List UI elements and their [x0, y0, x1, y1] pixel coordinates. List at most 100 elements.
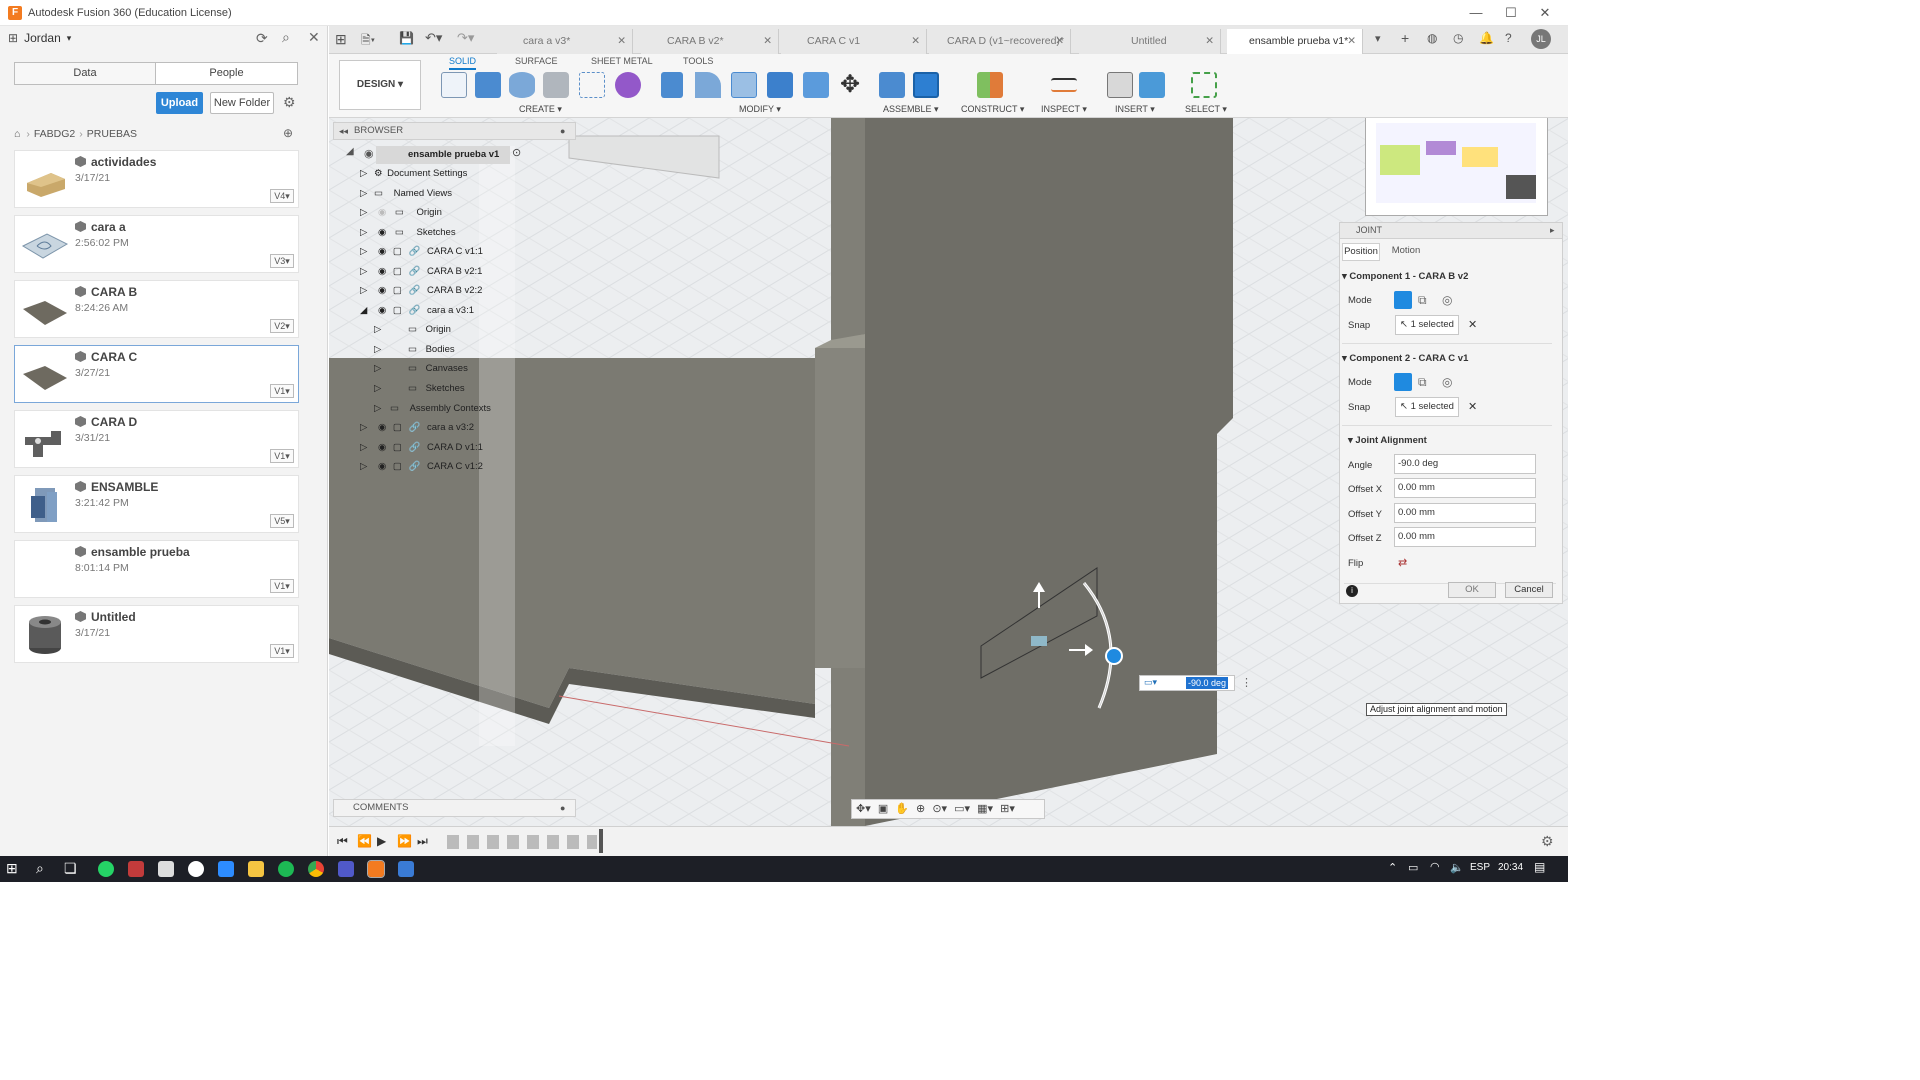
clear-selection-1-icon[interactable]: ✕	[1468, 318, 1477, 331]
grid-settings-icon[interactable]: ▦▾	[977, 803, 993, 815]
collapse-triangle-icon[interactable]: ◢	[346, 146, 354, 157]
tab-motion[interactable]: Motion	[1386, 243, 1426, 261]
clear-selection-2-icon[interactable]: ✕	[1468, 400, 1477, 413]
joint-alignment-header[interactable]: ▾ Joint Alignment	[1348, 435, 1427, 446]
go-to-end-icon[interactable]: ⏭	[417, 834, 428, 849]
flip-icon[interactable]: ⇄	[1398, 556, 1407, 569]
settings-gear-icon[interactable]: ⚙	[283, 94, 296, 111]
list-item[interactable]: cara a 2:56:02 PM V3▾	[14, 215, 299, 273]
teams-icon[interactable]	[338, 861, 354, 877]
activate-component-icon[interactable]: ⊙	[512, 146, 521, 159]
tree-item-cara-c-2[interactable]: ▷ ◉ ▢ 🔗 CARA C v1:2	[360, 458, 500, 476]
visibility-eye-icon[interactable]: ◉	[364, 147, 374, 160]
tab-cara-a[interactable]: cara a v3* ✕	[497, 29, 633, 54]
select-menu[interactable]: SELECT ▾	[1185, 104, 1227, 115]
home-icon[interactable]: ⌂	[14, 128, 20, 140]
look-at-icon[interactable]: ▣	[878, 803, 888, 815]
select-icon[interactable]	[1191, 72, 1217, 98]
revolve-icon[interactable]	[509, 72, 535, 98]
extrude-icon[interactable]	[475, 72, 501, 98]
workspace-switcher[interactable]: DESIGN ▾	[339, 60, 421, 110]
joint-icon[interactable]	[913, 72, 939, 98]
form-icon[interactable]	[615, 72, 641, 98]
tree-item-named-views[interactable]: ▷ ▭ Named Views	[360, 185, 480, 203]
comments-bar[interactable]: COMMENTS ●	[333, 799, 576, 817]
fit-icon[interactable]: ⊙▾	[932, 803, 947, 815]
breadcrumb-fabdg2[interactable]: FABDG2	[34, 128, 75, 140]
snap-selection-1[interactable]: ↖ 1 selected	[1395, 315, 1459, 335]
refresh-icon[interactable]: ⟳	[256, 30, 268, 47]
tab-people[interactable]: People	[155, 62, 298, 85]
timeline-settings-icon[interactable]: ⚙	[1541, 833, 1554, 850]
tab-surface[interactable]: SURFACE	[515, 56, 558, 70]
tree-item-assembly-contexts[interactable]: ▷ ▭ Assembly Contexts	[374, 400, 504, 418]
step-forward-icon[interactable]: ⏩	[397, 834, 412, 848]
tree-item-document-settings[interactable]: ▷ ⚙ Document Settings	[360, 165, 480, 183]
tree-item-cara-b-1[interactable]: ▷ ◉ ▢ 🔗 CARA B v2:1	[360, 263, 500, 281]
more-options-icon[interactable]: ⋮	[1241, 676, 1252, 689]
list-item[interactable]: ENSAMBLE 3:21:42 PM V5▾	[14, 475, 299, 533]
tree-item-sub-origin[interactable]: ▷ ▭ Origin	[374, 321, 474, 339]
data-panel-grid-icon[interactable]: ⊞	[335, 31, 347, 48]
comments-pin-icon[interactable]: ●	[560, 800, 565, 816]
angle-heads-up-input[interactable]: ▭▾ -90.0 deg	[1139, 675, 1235, 691]
tab-cara-b[interactable]: CARA B v2* ✕	[641, 29, 779, 54]
combine-icon[interactable]	[767, 72, 793, 98]
step-back-icon[interactable]: ⏪	[357, 834, 372, 848]
store-icon[interactable]	[158, 861, 174, 877]
wifi-icon[interactable]: ◠	[1430, 860, 1440, 873]
tree-item-cara-d-1[interactable]: ▷ ◉ ▢ 🔗 CARA D v1:1	[360, 439, 500, 457]
tree-item-bodies[interactable]: ▷ ▭ Bodies	[374, 341, 474, 359]
extensions-icon[interactable]: ◍	[1427, 31, 1437, 45]
tab-overflow-icon[interactable]: ▾	[1375, 32, 1381, 45]
between-mode-icon-2[interactable]: ⧉	[1418, 375, 1427, 390]
list-item[interactable]: ensamble prueba 8:01:14 PM V1▾	[14, 540, 299, 598]
whatsapp-icon[interactable]	[98, 861, 114, 877]
measure-icon[interactable]	[1051, 78, 1077, 92]
file-menu-icon[interactable]: 🗎▾	[361, 31, 375, 52]
cancel-button[interactable]: Cancel	[1505, 582, 1553, 598]
hole-icon[interactable]	[543, 72, 569, 98]
tree-item-cara-b-2[interactable]: ▷ ◉ ▢ 🔗 CARA B v2:2	[360, 282, 500, 300]
timeline-marker[interactable]	[599, 829, 603, 853]
job-status-icon[interactable]: ◷	[1453, 31, 1463, 45]
center-mode-icon[interactable]: ◎	[1442, 293, 1452, 307]
tab-position[interactable]: Position	[1342, 243, 1380, 261]
center-mode-icon-2[interactable]: ◎	[1442, 375, 1452, 389]
new-tab-icon[interactable]: +	[1401, 30, 1409, 46]
globe-icon[interactable]: ⊕	[283, 126, 293, 140]
version-dropdown[interactable]: V1▾	[270, 644, 294, 658]
new-component-icon[interactable]	[879, 72, 905, 98]
breadcrumb-pruebas[interactable]: PRUEBAS	[87, 128, 137, 140]
expand-icon[interactable]: ▸	[1550, 223, 1555, 238]
insert-canvas-icon[interactable]	[1139, 72, 1165, 98]
upload-button[interactable]: Upload	[156, 92, 203, 114]
apps-grid-icon[interactable]: ⊞	[8, 31, 18, 45]
version-dropdown[interactable]: V1▾	[270, 579, 294, 593]
browser-header[interactable]: ◂◂ BROWSER ●	[333, 122, 576, 140]
list-item[interactable]: CARA D 3/31/21 V1▾	[14, 410, 299, 468]
browser-root[interactable]: ensamble prueba v1	[376, 146, 510, 164]
close-icon[interactable]: ✕	[1522, 0, 1568, 26]
system-tray-chevron-icon[interactable]: ⌃	[1388, 861, 1397, 874]
angle-value-field[interactable]: -90.0 deg	[1186, 677, 1229, 689]
insert-menu[interactable]: INSERT ▾	[1115, 104, 1155, 115]
fusion-taskbar-icon[interactable]	[367, 860, 385, 878]
chevron-down-icon[interactable]: ▾	[67, 33, 72, 44]
tree-item-origin[interactable]: ▷ ◉ ▭ Origin	[360, 204, 480, 222]
version-dropdown[interactable]: V2▾	[270, 319, 294, 333]
avatar[interactable]: JL	[1531, 29, 1551, 49]
component1-header[interactable]: ▾ Component 1 - CARA B v2	[1342, 271, 1468, 282]
user-name[interactable]: Jordan	[24, 31, 61, 45]
browser-pin-icon[interactable]: ●	[560, 123, 565, 139]
app-circle-icon[interactable]	[188, 861, 204, 877]
tree-item-sketches[interactable]: ▷ ◉ ▭ Sketches	[360, 224, 480, 242]
offset-z-input[interactable]: 0.00 mm	[1394, 527, 1536, 547]
tree-item-canvases[interactable]: ▷ ▭ Canvases	[374, 360, 484, 378]
insert-derive-icon[interactable]	[1107, 72, 1133, 98]
chrome-icon[interactable]	[308, 861, 324, 877]
construct-menu[interactable]: CONSTRUCT ▾	[961, 104, 1024, 115]
windows-start-icon[interactable]: ⊞	[6, 860, 18, 877]
snap-selection-2[interactable]: ↖ 1 selected	[1395, 397, 1459, 417]
tree-item-cara-a-1[interactable]: ◢ ◉ ▢ 🔗 cara a v3:1	[360, 302, 500, 320]
